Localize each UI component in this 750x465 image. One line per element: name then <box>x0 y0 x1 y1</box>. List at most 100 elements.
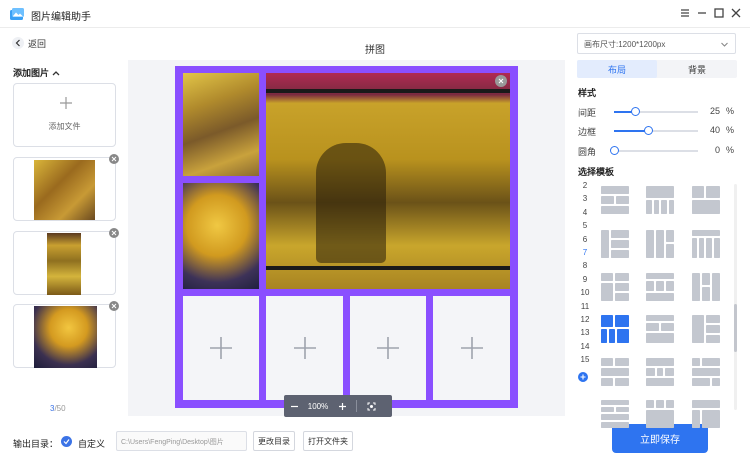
spacing-slider[interactable]: 间距 25 % <box>578 106 738 118</box>
template-cell <box>646 293 674 301</box>
add-file-button[interactable]: 添加文件 <box>13 83 116 147</box>
template-option[interactable] <box>601 400 629 428</box>
fit-screen-icon[interactable] <box>361 395 381 417</box>
cell-count-12[interactable]: 12 <box>578 315 592 324</box>
template-cell <box>699 238 704 258</box>
back-label: 返回 <box>28 38 47 49</box>
custom-label[interactable]: 自定义 <box>78 437 105 450</box>
canvas-size-select[interactable]: 画布尺寸:1200*1200px <box>577 33 736 54</box>
template-option[interactable] <box>646 400 674 428</box>
slider-track[interactable] <box>610 146 698 155</box>
tab-background[interactable]: 背景 <box>657 60 737 78</box>
template-option[interactable] <box>601 273 629 301</box>
collage-cell-image[interactable] <box>266 73 510 289</box>
cell-count-6[interactable]: 6 <box>578 235 592 244</box>
add-file-label: 添加文件 <box>48 122 81 131</box>
template-option[interactable] <box>601 358 629 386</box>
slider-unit: % <box>726 145 735 155</box>
remove-image-icon[interactable] <box>109 301 119 311</box>
corner-radius-slider[interactable]: 圆角 0 % <box>578 145 738 157</box>
template-layout-icon <box>692 315 720 343</box>
cell-count-9[interactable]: 9 <box>578 275 592 284</box>
cell-count-14[interactable]: 14 <box>578 342 592 351</box>
template-scrollbar[interactable] <box>734 184 737 410</box>
collage-empty-cell[interactable] <box>183 296 259 400</box>
output-path-field[interactable]: C:\Users\FengPing\Desktop\图片 <box>116 431 247 451</box>
zoom-in-icon[interactable] <box>332 395 352 417</box>
open-folder-button[interactable]: 打开文件夹 <box>303 431 353 451</box>
cell-count-7[interactable]: 7 <box>578 248 592 257</box>
cell-count-10[interactable]: 10 <box>578 288 592 297</box>
template-option[interactable] <box>646 186 674 214</box>
template-option[interactable] <box>601 230 629 258</box>
template-option[interactable] <box>692 315 720 343</box>
cell-count-3[interactable]: 3 <box>578 194 592 203</box>
close-icon[interactable] <box>730 7 742 19</box>
template-option[interactable] <box>646 358 674 386</box>
cell-count-5[interactable]: 5 <box>578 221 592 230</box>
photo-detail <box>266 266 510 270</box>
template-option[interactable] <box>646 273 674 301</box>
toolbar-divider <box>356 400 357 412</box>
image-thumbnail[interactable] <box>13 228 119 295</box>
plus-icon <box>293 337 316 359</box>
template-option[interactable] <box>646 230 674 258</box>
remove-image-icon[interactable] <box>109 154 119 164</box>
border-slider[interactable]: 边框 40 % <box>578 125 738 137</box>
template-option[interactable] <box>646 315 674 343</box>
minimize-icon[interactable] <box>696 7 708 19</box>
zoom-level: 100% <box>307 401 329 411</box>
collage-cell-image[interactable] <box>183 73 259 176</box>
cell-count-4[interactable]: 4 <box>578 208 592 217</box>
change-dir-button[interactable]: 更改目录 <box>253 431 295 451</box>
template-cell <box>646 230 654 258</box>
template-cell <box>656 281 664 291</box>
template-option[interactable] <box>692 230 720 258</box>
image-thumbnail[interactable] <box>13 301 119 368</box>
collage-empty-cell[interactable] <box>433 296 510 400</box>
tab-layout[interactable]: 布局 <box>577 60 657 78</box>
template-cell <box>646 410 674 428</box>
back-button[interactable]: 返回 <box>12 36 46 50</box>
add-count-icon[interactable] <box>578 372 588 382</box>
template-option[interactable] <box>601 186 629 214</box>
cell-count-15[interactable]: 15 <box>578 355 592 364</box>
custom-radio-checked[interactable] <box>61 436 72 447</box>
remove-image-icon[interactable] <box>109 228 119 238</box>
template-layout-icon <box>692 273 720 301</box>
plus-icon <box>460 337 483 359</box>
template-option[interactable] <box>692 186 720 214</box>
slider-knob[interactable] <box>643 126 653 135</box>
template-option[interactable] <box>692 358 720 386</box>
collage-empty-cell[interactable] <box>350 296 426 400</box>
add-images-header[interactable]: 添加图片 <box>13 66 60 79</box>
slider-value: 25 <box>709 106 720 116</box>
cell-count-13[interactable]: 13 <box>578 328 592 337</box>
template-cell <box>657 368 663 376</box>
slider-track[interactable] <box>614 126 698 135</box>
cell-count-11[interactable]: 11 <box>578 302 592 311</box>
cell-count-2[interactable]: 2 <box>578 181 592 190</box>
slider-knob[interactable] <box>631 107 640 116</box>
scrollbar-thumb[interactable] <box>734 304 737 352</box>
template-option[interactable] <box>692 400 720 428</box>
plus-icon <box>377 337 399 359</box>
template-cell <box>646 358 674 366</box>
cell-count-8[interactable]: 8 <box>578 261 592 270</box>
plus-icon <box>210 337 232 359</box>
maximize-icon[interactable] <box>713 7 725 19</box>
collage-empty-cell[interactable] <box>266 296 343 400</box>
zoom-out-icon[interactable] <box>284 395 304 417</box>
template-layout-icon <box>646 315 674 343</box>
template-option-selected[interactable] <box>601 315 629 343</box>
collage-cell-image[interactable] <box>183 183 259 289</box>
remove-cell-image-icon[interactable] <box>495 75 507 87</box>
template-cell <box>706 238 712 258</box>
save-now-button[interactable]: 立即保存 <box>612 424 708 453</box>
pin-icon[interactable] <box>679 7 691 19</box>
slider-track[interactable] <box>614 107 698 116</box>
slider-knob[interactable] <box>610 146 619 155</box>
image-thumbnail[interactable] <box>13 154 119 221</box>
template-option[interactable] <box>692 273 720 301</box>
template-cell <box>601 414 629 420</box>
